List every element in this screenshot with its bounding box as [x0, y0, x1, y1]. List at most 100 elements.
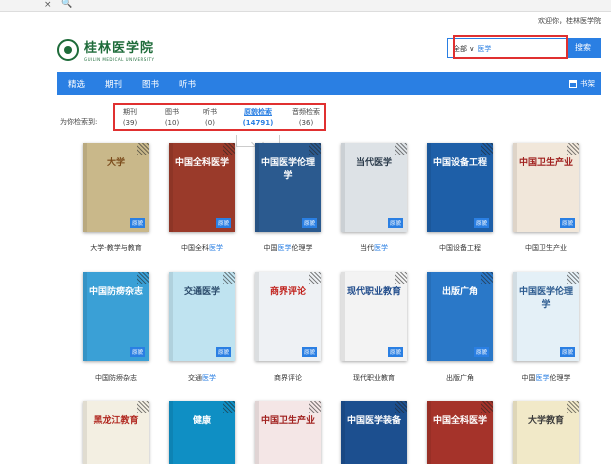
cover-title: 中国卫生产业: [261, 416, 316, 426]
filter-tab-label: 音频检索: [292, 108, 320, 116]
title-keyword-highlight: 医学: [535, 374, 550, 382]
filter-tab-original-search[interactable]: 原貌检索 (14791): [236, 107, 280, 129]
nav-item-journals[interactable]: 期刊: [105, 78, 122, 90]
nav-item-featured[interactable]: 精选: [68, 78, 85, 90]
title-text: 中国: [263, 244, 278, 252]
cover-title: 当代医学: [355, 158, 392, 168]
cover-corner-pattern: [309, 143, 321, 155]
university-logo[interactable]: 桂林医学院 GUILIN MEDICAL UNIVERSITY: [57, 37, 154, 62]
original-view-badge[interactable]: 原貌: [129, 218, 145, 228]
cover-spine: [83, 272, 87, 361]
journal-cover[interactable]: 大学教育: [513, 401, 579, 464]
cover-title: 中国卫生产业: [519, 158, 574, 168]
bookshelf-icon: [569, 79, 577, 88]
original-view-badge[interactable]: 原貌: [559, 347, 575, 357]
journal-cover[interactable]: 中国医学伦理学原貌: [255, 143, 321, 232]
filter-tab-count: (10): [164, 119, 180, 127]
cover-corner-pattern: [309, 272, 321, 284]
cover-corner-pattern: [567, 272, 579, 284]
search-highlight-box: [453, 35, 568, 59]
journal-cover[interactable]: 中国卫生产业原貌: [513, 143, 579, 232]
nav-item-books[interactable]: 图书: [142, 78, 159, 90]
filter-tab-books[interactable]: 图书 (10): [152, 107, 192, 129]
title-text: 伦理学: [291, 244, 313, 252]
results-found-label: 为你检索到:: [60, 118, 98, 126]
cover-corner-pattern: [567, 401, 579, 413]
original-view-badge[interactable]: 原貌: [215, 218, 231, 228]
journal-cover[interactable]: 交通医学 原貌: [169, 272, 235, 361]
cover-corner-pattern: [395, 401, 407, 413]
journal-title-link[interactable]: 中国医学伦理学: [491, 373, 601, 383]
cover-spine: [83, 143, 87, 232]
original-view-badge[interactable]: 原貌: [559, 218, 575, 228]
journal-cover[interactable]: 中国全科医学: [427, 401, 493, 464]
close-tab-icon[interactable]: ×: [44, 0, 52, 10]
journal-cover[interactable]: 现代职业教育原貌: [341, 272, 407, 361]
original-view-badge[interactable]: 原貌: [473, 218, 489, 228]
filter-tab-audio-search[interactable]: 音频检索 (36): [286, 107, 326, 129]
cover-corner-pattern: [223, 401, 235, 413]
cover-title: 大学: [106, 158, 125, 168]
cover-spine: [169, 143, 173, 232]
cover-title: 中国医学伦理学: [261, 158, 316, 181]
cover-spine: [255, 143, 259, 232]
journal-cover[interactable]: 中国防痨杂志 原貌: [83, 272, 149, 361]
cover-title: 中国医学装备: [347, 416, 402, 426]
nav-item-audiobooks[interactable]: 听书: [179, 78, 196, 90]
cover-spine: [427, 401, 431, 464]
welcome-text[interactable]: 欢迎你，桂林医学院: [538, 16, 601, 26]
filter-tab-label: 图书: [165, 108, 179, 116]
cover-title: 中国全科医学: [175, 158, 230, 168]
title-text: 中国设备工程: [439, 244, 481, 252]
cover-title: 现代职业教育: [347, 287, 402, 297]
cover-spine: [513, 272, 517, 361]
cover-title: 中国医学伦理学: [519, 287, 574, 310]
cover-spine: [513, 143, 517, 232]
journal-cover[interactable]: 中国全科医学原貌: [169, 143, 235, 232]
cover-spine: [169, 401, 173, 464]
journal-title-link[interactable]: 中国卫生产业: [491, 243, 601, 253]
filter-tab-journals[interactable]: 期刊 (39): [110, 107, 150, 129]
cover-title: 出版广角: [441, 287, 478, 297]
cover-spine: [169, 272, 173, 361]
journal-cover[interactable]: 当代医学原貌: [341, 143, 407, 232]
cover-corner-pattern: [223, 143, 235, 155]
original-view-badge[interactable]: 原貌: [387, 218, 403, 228]
journal-cover[interactable]: 中国设备工程 原貌: [427, 143, 493, 232]
journal-cover[interactable]: 中国医学装备: [341, 401, 407, 464]
browser-search-icon[interactable]: 🔍: [61, 0, 72, 9]
title-text: 交通: [188, 374, 202, 382]
filter-tab-audiobooks[interactable]: 听书 (0): [190, 107, 230, 129]
title-keyword-highlight: 医学: [209, 244, 223, 252]
original-view-badge[interactable]: 原貌: [129, 347, 145, 357]
journal-cover[interactable]: 中国卫生产业: [255, 401, 321, 464]
journal-cover[interactable]: 大学原貌: [83, 143, 149, 232]
original-view-badge[interactable]: 原貌: [215, 347, 231, 357]
original-view-badge[interactable]: 原貌: [301, 218, 317, 228]
cover-corner-pattern: [481, 143, 493, 155]
cover-corner-pattern: [481, 401, 493, 413]
cover-corner-pattern: [567, 143, 579, 155]
cover-spine: [341, 401, 345, 464]
journal-cover[interactable]: 黑龙江教育: [83, 401, 149, 464]
title-text: 中国卫生产业: [525, 244, 567, 252]
title-text: 出版广角: [446, 374, 474, 382]
original-view-badge[interactable]: 原貌: [301, 347, 317, 357]
journal-cover[interactable]: 商界评论原貌: [255, 272, 321, 361]
journal-cover[interactable]: 健康: [169, 401, 235, 464]
filter-tab-label: 原貌检索: [244, 108, 272, 116]
browser-tab-strip: × 🔍: [0, 0, 611, 12]
journal-cover[interactable]: 出版广角原貌: [427, 272, 493, 361]
search-button[interactable]: 搜索: [566, 39, 600, 57]
cover-corner-pattern: [137, 272, 149, 284]
title-text: 伦理学: [549, 374, 571, 382]
cover-spine: [83, 401, 87, 464]
original-view-badge[interactable]: 原貌: [473, 347, 489, 357]
filter-tab-label: 期刊: [123, 108, 137, 116]
cover-title: 商界评论: [269, 287, 306, 297]
journal-cover[interactable]: 中国医学伦理学原貌: [513, 272, 579, 361]
filter-tab-count: (0): [205, 119, 215, 127]
bookshelf-link[interactable]: 书架: [569, 78, 595, 89]
original-view-badge[interactable]: 原貌: [387, 347, 403, 357]
title-text: 大学-教学与教育: [90, 244, 142, 252]
